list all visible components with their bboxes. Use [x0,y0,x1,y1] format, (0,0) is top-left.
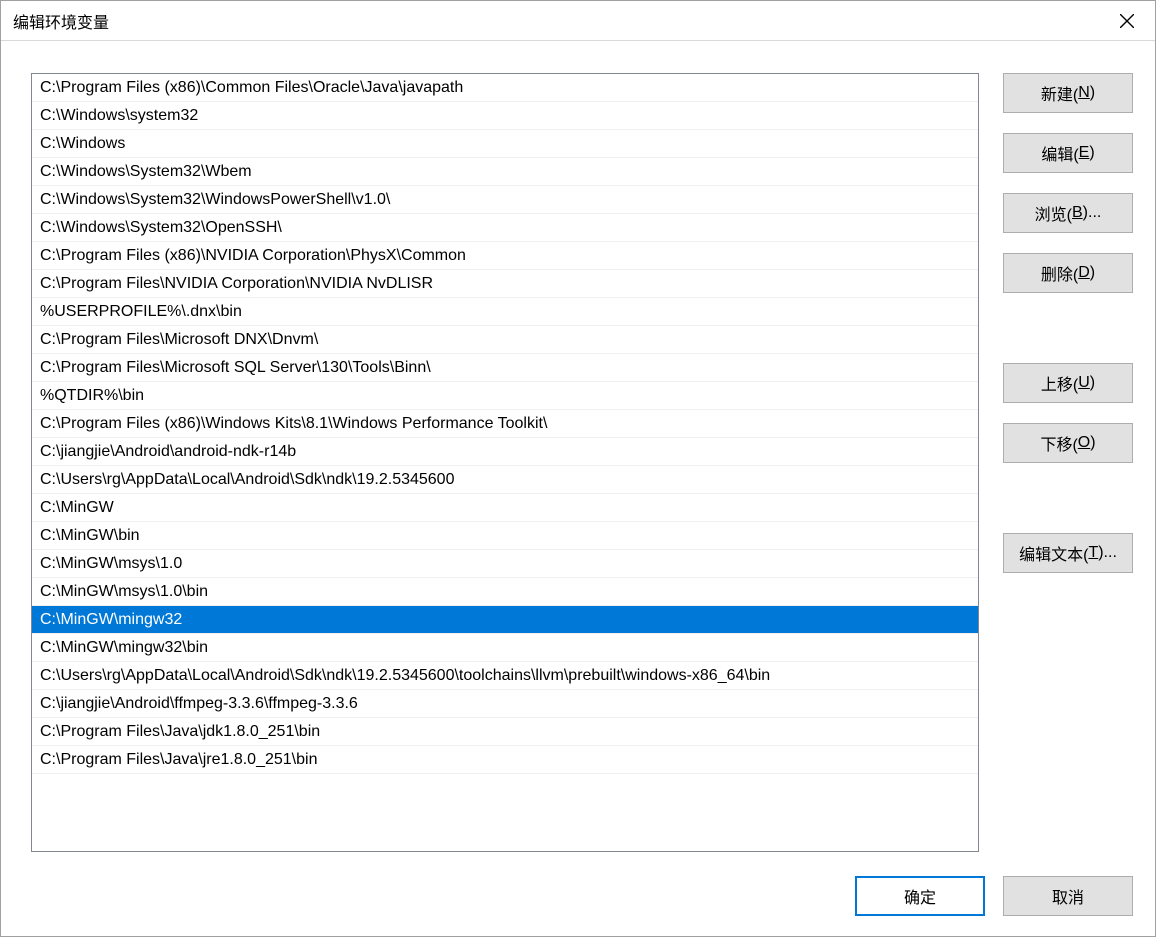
bottom-row: 确定 取消 [31,876,1133,916]
side-buttons: 新建(N) 编辑(E) 浏览(B)... 删除(D) 上移(U) 下移(O) [1003,73,1133,852]
env-var-dialog: 编辑环境变量 C:\Program Files (x86)\Common Fil… [0,0,1156,937]
path-listbox[interactable]: C:\Program Files (x86)\Common Files\Orac… [31,73,979,852]
list-item[interactable]: %QTDIR%\bin [32,382,978,410]
new-button[interactable]: 新建(N) [1003,73,1133,113]
list-item[interactable]: C:\MinGW\mingw32 [32,606,978,634]
list-item[interactable]: C:\MinGW\mingw32\bin [32,634,978,662]
delete-button[interactable]: 删除(D) [1003,253,1133,293]
list-item[interactable]: C:\Program Files\NVIDIA Corporation\NVID… [32,270,978,298]
move-down-button[interactable]: 下移(O) [1003,423,1133,463]
move-up-button[interactable]: 上移(U) [1003,363,1133,403]
edit-text-button[interactable]: 编辑文本(T)... [1003,533,1133,573]
list-item[interactable]: C:\MinGW [32,494,978,522]
list-item[interactable]: %USERPROFILE%\.dnx\bin [32,298,978,326]
list-item[interactable]: C:\Program Files (x86)\Common Files\Orac… [32,74,978,102]
list-item[interactable]: C:\MinGW\bin [32,522,978,550]
list-item[interactable]: C:\Program Files\Java\jre1.8.0_251\bin [32,746,978,774]
window-title: 编辑环境变量 [13,9,109,33]
list-item[interactable]: C:\MinGW\msys\1.0\bin [32,578,978,606]
list-item[interactable]: C:\Program Files\Microsoft DNX\Dnvm\ [32,326,978,354]
dialog-body: C:\Program Files (x86)\Common Files\Orac… [1,41,1155,936]
list-item[interactable]: C:\Windows\System32\OpenSSH\ [32,214,978,242]
main-row: C:\Program Files (x86)\Common Files\Orac… [31,73,1133,852]
browse-button[interactable]: 浏览(B)... [1003,193,1133,233]
list-item[interactable]: C:\Program Files\Java\jdk1.8.0_251\bin [32,718,978,746]
edit-button[interactable]: 编辑(E) [1003,133,1133,173]
list-item[interactable]: C:\Program Files (x86)\Windows Kits\8.1\… [32,410,978,438]
list-item[interactable]: C:\Windows\system32 [32,102,978,130]
ok-button[interactable]: 确定 [855,876,985,916]
titlebar: 编辑环境变量 [1,1,1155,41]
close-button[interactable] [1099,1,1155,41]
list-item[interactable]: C:\jiangjie\Android\ffmpeg-3.3.6\ffmpeg-… [32,690,978,718]
list-item[interactable]: C:\Windows [32,130,978,158]
list-item[interactable]: C:\MinGW\msys\1.0 [32,550,978,578]
list-item[interactable]: C:\Users\rg\AppData\Local\Android\Sdk\nd… [32,466,978,494]
close-icon [1120,14,1134,28]
list-item[interactable]: C:\Program Files\Microsoft SQL Server\13… [32,354,978,382]
list-item[interactable]: C:\Windows\System32\Wbem [32,158,978,186]
list-item[interactable]: C:\Windows\System32\WindowsPowerShell\v1… [32,186,978,214]
list-item[interactable]: C:\Users\rg\AppData\Local\Android\Sdk\nd… [32,662,978,690]
list-item[interactable]: C:\Program Files (x86)\NVIDIA Corporatio… [32,242,978,270]
cancel-button[interactable]: 取消 [1003,876,1133,916]
list-item[interactable]: C:\jiangjie\Android\android-ndk-r14b [32,438,978,466]
